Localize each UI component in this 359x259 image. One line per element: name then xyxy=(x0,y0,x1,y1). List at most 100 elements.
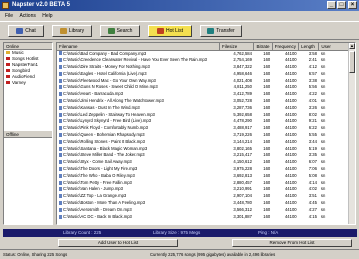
column-header-filename[interactable]: Filename xyxy=(57,43,220,51)
tree-item[interactable]: Varney xyxy=(4,80,52,86)
tab-hot-list[interactable]: Hot List xyxy=(148,25,192,37)
vertical-scrollbar[interactable]: ▲ xyxy=(348,43,355,224)
scroll-up-icon[interactable]: ▲ xyxy=(349,43,355,49)
table-cell: 4:22 xyxy=(299,91,319,98)
cell-text: C:\Music\Fleetwood Mac - Go Your Own Way… xyxy=(63,77,156,83)
table-cell: 4,762,584 xyxy=(219,50,254,57)
table-row[interactable]: C:\Music\ZZ Top - La Grange.mp3 2,907,104… xyxy=(57,193,355,200)
maximize-button[interactable]: □ xyxy=(337,1,346,9)
column-header-frequency[interactable]: Frequency xyxy=(272,43,300,51)
cell-text: 160 xyxy=(263,166,271,172)
table-row[interactable]: C:\Music\Bad Company - Bad Company.mp3 4,… xyxy=(57,50,355,57)
cell-text: 160 xyxy=(263,193,271,199)
cell-text: C:\Music\Styx - Come Sail Away.mp3 xyxy=(63,159,132,165)
table-cell: 3,215,417 xyxy=(219,152,254,159)
table-row[interactable]: C:\Music\The Doors - Light My Fire.mp3 3,… xyxy=(57,166,355,173)
table-row[interactable]: C:\Music\Queen - Bohemian Rhapsody.mp3 3,… xyxy=(57,132,355,139)
cell-text: 3,287,736 xyxy=(233,104,252,110)
table-cell: 3,692,813 xyxy=(219,173,254,180)
table-cell: 44100 xyxy=(272,173,298,180)
table-cell: 8:02 xyxy=(299,112,319,119)
close-button[interactable]: × xyxy=(348,1,357,9)
menu-file[interactable]: File xyxy=(5,12,13,20)
file-icon xyxy=(59,187,62,192)
menu-help[interactable]: Help xyxy=(42,12,52,20)
table-row[interactable]: C:\Music\Creedence Clearwater Revival - … xyxy=(57,57,355,64)
left-panel: Online Music Songs Hotlist NapsterFan1 Song… xyxy=(3,42,53,225)
table-cell: C:\Music\Steve Miller Band - The Joker.m… xyxy=(57,152,219,159)
cell-text: 3,301,887 xyxy=(233,213,252,219)
cell-text: 4:01 xyxy=(308,98,317,104)
table-cell: 160 xyxy=(254,152,272,159)
table-row[interactable]: C:\Music\Aerosmith - Dream On.mp3 3,566,3… xyxy=(57,207,355,214)
table-row[interactable]: C:\Music\Lynyrd Skynyrd - Free Bird (Liv… xyxy=(57,118,355,125)
cell-text: C:\Music\ZZ Top - La Grange.mp3 xyxy=(63,193,127,199)
column-header-filesize[interactable]: Filesize xyxy=(219,43,255,51)
table-cell: 2:41 xyxy=(299,57,319,64)
cell-text: 3:44 xyxy=(308,138,317,144)
table-row[interactable]: C:\Music\Steve Miller Band - The Joker.m… xyxy=(57,152,355,159)
table-row[interactable]: C:\Music\Pink Floyd - Comfortably Numb.m… xyxy=(57,125,355,132)
cell-text: 160 xyxy=(263,64,271,70)
table-row[interactable]: C:\Music\Rolling Stones - Paint It Black… xyxy=(57,139,355,146)
table-cell: 44100 xyxy=(272,166,298,173)
cell-text: C:\Music\Dire Straits - Money For Nothin… xyxy=(63,64,150,70)
cell-text: C:\Music\Queen - Bohemian Rhapsody.mp3 xyxy=(63,132,145,138)
table-row[interactable]: C:\Music\Boston - More Than A Feeling.mp… xyxy=(57,200,355,207)
table-cell: C:\Music\The Who - Baba O Riley.mp3 xyxy=(57,173,219,180)
table-cell: 5:08 xyxy=(299,173,319,180)
tree-item-label: Music xyxy=(12,50,24,55)
table-cell: 2,754,169 xyxy=(219,57,254,64)
table-cell: 44100 xyxy=(272,146,298,153)
tab-search[interactable]: Search xyxy=(100,25,140,37)
cell-text: C:\Music\Pink Floyd - Comfortably Numb.m… xyxy=(63,125,148,131)
table-row[interactable]: C:\Music\Styx - Come Sail Away.mp3 4,150,… xyxy=(57,159,355,166)
cell-text: 160 xyxy=(263,186,271,192)
menu-bar: File Actions Help xyxy=(0,12,359,20)
minimize-button[interactable]: _ xyxy=(327,1,336,9)
table-cell: 160 xyxy=(254,139,272,146)
table-cell: 3,144,214 xyxy=(219,139,254,146)
table-cell: 3,566,312 xyxy=(219,207,254,214)
cell-text: 44100 xyxy=(284,152,297,158)
cell-text: sn xyxy=(320,138,326,144)
table-cell: 3,301,887 xyxy=(219,214,254,221)
table-row[interactable]: C:\Music\Dire Straits - Money For Nothin… xyxy=(57,64,355,71)
table-row[interactable]: C:\Music\Tom Petty - Free Fallin.mp3 2,88… xyxy=(57,180,355,187)
cell-text: 160 xyxy=(263,57,271,63)
table-cell: 5,392,658 xyxy=(219,112,254,119)
table-row[interactable]: C:\Music\Santana - Black Magic Woman.mp3… xyxy=(57,146,355,153)
table-row[interactable]: C:\Music\Heart - Barracuda.mp3 3,412,789 1… xyxy=(57,91,355,98)
tab-library[interactable]: Library xyxy=(52,25,92,37)
cell-text: 4:22 xyxy=(308,91,317,97)
table-cell: 160 xyxy=(254,159,272,166)
table-cell: C:\Music\Jimi Hendrix - All Along The Wa… xyxy=(57,98,219,105)
tab-transfer[interactable]: Transfer xyxy=(200,25,242,37)
table-row[interactable]: C:\Music\Kansas - Dust In The Wind.mp3 3,… xyxy=(57,105,355,112)
table-cell: 3,287,736 xyxy=(219,105,254,112)
tab-chat[interactable]: Chat xyxy=(8,25,44,37)
table-cell: 3:58 xyxy=(299,50,319,57)
user-icon xyxy=(6,57,10,61)
table-row[interactable]: C:\Music\Guns N Roses - Sweet Child O Mi… xyxy=(57,84,355,91)
table-row[interactable]: C:\Music\Eagles - Hotel California (Live… xyxy=(57,71,355,78)
file-icon xyxy=(59,126,62,131)
table-row[interactable]: C:\Music\Van Halen - Jump.mp3 3,210,991 16… xyxy=(57,186,355,193)
table-row[interactable]: C:\Music\The Who - Baba O Riley.mp3 3,692… xyxy=(57,173,355,180)
table-row[interactable]: C:\Music\Led Zeppelin - Stairway To Heav… xyxy=(57,112,355,119)
table-row[interactable]: C:\Music\Jimi Hendrix - All Along The Wa… xyxy=(57,98,355,105)
transfer-icon xyxy=(207,27,215,34)
add-to-hotlist-button[interactable]: Add User to Hot List xyxy=(58,239,178,247)
cell-text: 6:22 xyxy=(308,125,317,131)
remove-from-hotlist-button[interactable]: Remove From Hot List xyxy=(232,239,352,247)
file-icon xyxy=(59,180,62,185)
menu-actions[interactable]: Actions xyxy=(19,12,35,20)
column-header-bitrate[interactable]: Bitrate xyxy=(253,43,273,51)
scroll-thumb[interactable] xyxy=(349,51,355,73)
table-cell: 3:26 xyxy=(299,105,319,112)
column-header-length[interactable]: Length xyxy=(298,43,320,51)
hotlist-icon xyxy=(157,27,165,34)
table-cell: 44100 xyxy=(272,91,298,98)
table-row[interactable]: C:\Music\AC DC - Back In Black.mp3 3,301,… xyxy=(57,214,355,221)
table-row[interactable]: C:\Music\Fleetwood Mac - Go Your Own Way… xyxy=(57,78,355,85)
